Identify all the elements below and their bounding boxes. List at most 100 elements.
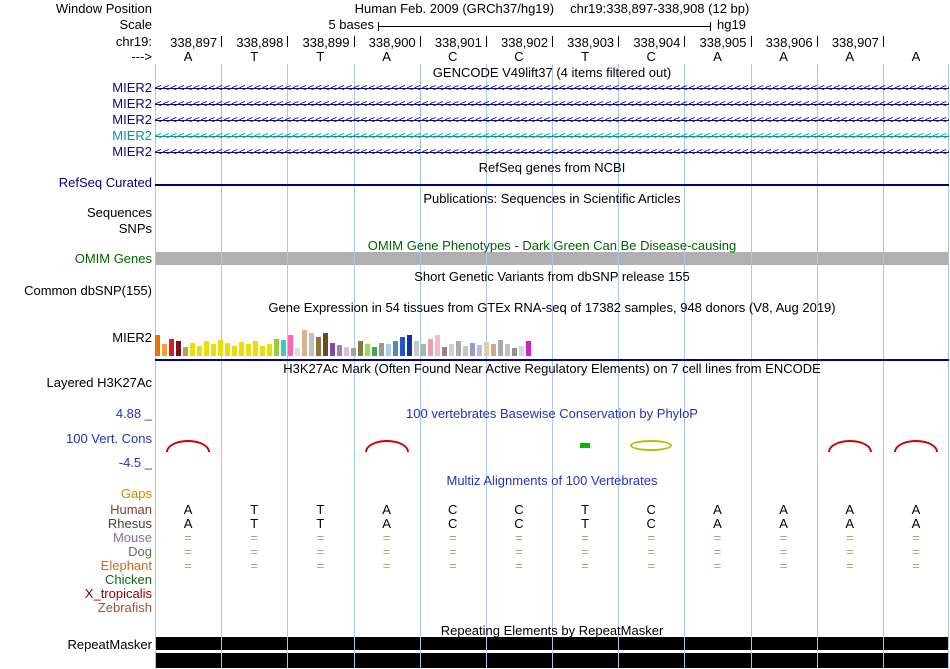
genome-label: hg19: [717, 17, 746, 32]
gene-item[interactable]: <<<<<<<<<<<<<<<<<<<<<<<<<<<<<<<<<<<<<<<<…: [155, 97, 949, 111]
track-title-gencode[interactable]: GENCODE V49lift37 (4 items filtered out): [155, 66, 949, 80]
base-letter: C: [646, 49, 656, 64]
snps-label[interactable]: SNPs: [0, 222, 152, 236]
gtex-bar: [155, 335, 160, 356]
strand-label: --->: [131, 49, 152, 64]
gtex-bar: [386, 344, 391, 356]
ruler-number: 338,901: [434, 35, 482, 50]
gtex-gene-label[interactable]: MIER2: [0, 331, 152, 345]
cons-track-label[interactable]: 100 Vert. Cons: [0, 432, 152, 446]
gtex-bar: [176, 341, 181, 356]
base-letter: A: [779, 49, 788, 64]
alignment-cell: =: [515, 544, 523, 559]
strand-arrows: <<<<<<<<<<<<<<<<<<<<<<<<<<<<<<<<<<<<<<<<…: [155, 113, 949, 126]
conservation-peak: [166, 440, 211, 452]
gtex-bar: [512, 348, 517, 356]
ruler-number: 338,903: [567, 35, 615, 50]
dbsnp-label[interactable]: Common dbSNP(155): [0, 284, 152, 298]
track-title-gtex[interactable]: Gene Expression in 54 tissues from GTEx …: [155, 301, 949, 315]
gene-label[interactable]: MIER2: [0, 81, 152, 95]
alignment-cell: C: [514, 502, 524, 517]
track-title-multiz[interactable]: Multiz Alignments of 100 Vertebrates: [155, 474, 949, 488]
gene-item[interactable]: <<<<<<<<<<<<<<<<<<<<<<<<<<<<<<<<<<<<<<<<…: [155, 145, 949, 159]
track-title-conservation[interactable]: 100 vertebrates Basewise Conservation by…: [155, 407, 949, 421]
h3k27ac-label[interactable]: Layered H3K27Ac: [0, 376, 152, 390]
gtex-bar: [330, 343, 335, 356]
omim-genes-label[interactable]: OMIM Genes: [0, 252, 152, 266]
gene-label[interactable]: MIER2: [0, 145, 152, 159]
alignment-cell: =: [382, 558, 391, 573]
gtex-bar: [295, 348, 300, 356]
alignment-cell: =: [647, 558, 656, 573]
gtex-expression-chart[interactable]: [155, 322, 949, 356]
alignment-cell: =: [581, 530, 589, 545]
gtex-bar: [204, 341, 209, 356]
gtex-bar: [351, 348, 356, 356]
ruler-number: 338,905: [699, 35, 747, 50]
gtex-bar: [337, 345, 342, 356]
base-letter: T: [316, 49, 325, 64]
track-title-omim[interactable]: OMIM Gene Phenotypes - Dark Green Can Be…: [155, 239, 949, 253]
alignment-cell: =: [779, 558, 788, 573]
gtex-bar: [183, 347, 188, 356]
species-label-zebrafish[interactable]: Zebrafish: [0, 601, 152, 615]
base-letter: A: [183, 49, 193, 64]
alignment-cell: =: [779, 544, 788, 559]
species-label-mouse[interactable]: Mouse: [0, 531, 152, 545]
strand-arrows: <<<<<<<<<<<<<<<<<<<<<<<<<<<<<<<<<<<<<<<<…: [155, 145, 949, 158]
track-title-publications[interactable]: Publications: Sequences in Scientific Ar…: [155, 192, 949, 206]
track-title-dbsnp[interactable]: Short Genetic Variants from dbSNP releas…: [155, 270, 949, 284]
gene-item[interactable]: <<<<<<<<<<<<<<<<<<<<<<<<<<<<<<<<<<<<<<<<…: [155, 129, 949, 143]
refseq-curated-label[interactable]: RefSeq Curated: [0, 176, 152, 190]
alignment-cell: A: [382, 502, 391, 517]
position-header: Human Feb. 2009 (GRCh37/hg19) chr19:338,8…: [155, 2, 949, 16]
gene-item[interactable]: <<<<<<<<<<<<<<<<<<<<<<<<<<<<<<<<<<<<<<<<…: [155, 81, 949, 95]
gene-label[interactable]: MIER2: [0, 129, 152, 143]
repeatmasker-label[interactable]: RepeatMasker: [0, 638, 152, 652]
alignment-cell: A: [845, 516, 855, 531]
alignment-cell: =: [845, 558, 854, 573]
base-letter: C: [448, 49, 458, 64]
refseq-curated-item[interactable]: [155, 184, 949, 186]
sequences-label[interactable]: Sequences: [0, 206, 152, 220]
alignment-cell: =: [912, 544, 920, 559]
ruler-number: 338,907: [831, 35, 879, 50]
species-label-elephant[interactable]: Elephant: [0, 559, 152, 573]
gtex-bar: [253, 341, 258, 356]
position-text: chr19:338,897-338,908 (12 bp): [570, 1, 750, 16]
gaps-label[interactable]: Gaps: [0, 487, 152, 501]
gene-item[interactable]: <<<<<<<<<<<<<<<<<<<<<<<<<<<<<<<<<<<<<<<<…: [155, 113, 949, 127]
track-title-repeatmasker[interactable]: Repeating Elements by RepeatMasker: [155, 624, 949, 638]
gtex-bar: [358, 341, 363, 356]
species-label-human[interactable]: Human: [0, 503, 152, 517]
alignment-cell: T: [250, 502, 259, 517]
alignment-cell: A: [713, 502, 722, 517]
gtex-bar: [197, 346, 202, 356]
species-label-chicken[interactable]: Chicken: [0, 573, 152, 587]
gtex-bar: [519, 346, 524, 356]
base-letter: C: [514, 49, 524, 64]
species-label-dog[interactable]: Dog: [0, 545, 152, 559]
gtex-bar: [323, 333, 328, 356]
gene-label[interactable]: MIER2: [0, 113, 152, 127]
alignment-cell: A: [382, 516, 391, 531]
strand-arrows: <<<<<<<<<<<<<<<<<<<<<<<<<<<<<<<<<<<<<<<<…: [155, 129, 949, 142]
alignment-cell: =: [713, 558, 722, 573]
track-title-h3k27ac[interactable]: H3K27Ac Mark (Often Found Near Active Re…: [155, 362, 949, 376]
track-title-refseq[interactable]: RefSeq genes from NCBI: [155, 161, 949, 175]
alignment-cell: =: [515, 530, 523, 545]
species-label-rhesus[interactable]: Rhesus: [0, 517, 152, 531]
alignment-cell: A: [845, 502, 855, 517]
gtex-bar: [281, 340, 286, 356]
alignment-cell: C: [448, 502, 458, 517]
gtex-bar: [393, 341, 398, 356]
alignment-cell: T: [316, 516, 325, 531]
assembly-text: Human Feb. 2009 (GRCh37/hg19): [354, 1, 555, 16]
alignment-cell: T: [581, 502, 590, 517]
alignment-cell: =: [845, 544, 854, 559]
alignment-cell: T: [316, 502, 325, 517]
gene-label[interactable]: MIER2: [0, 97, 152, 111]
alignment-cell: A: [911, 502, 921, 517]
species-label-x_tropicalis[interactable]: X_tropicalis: [0, 587, 152, 601]
alignment-cell: =: [448, 530, 457, 545]
